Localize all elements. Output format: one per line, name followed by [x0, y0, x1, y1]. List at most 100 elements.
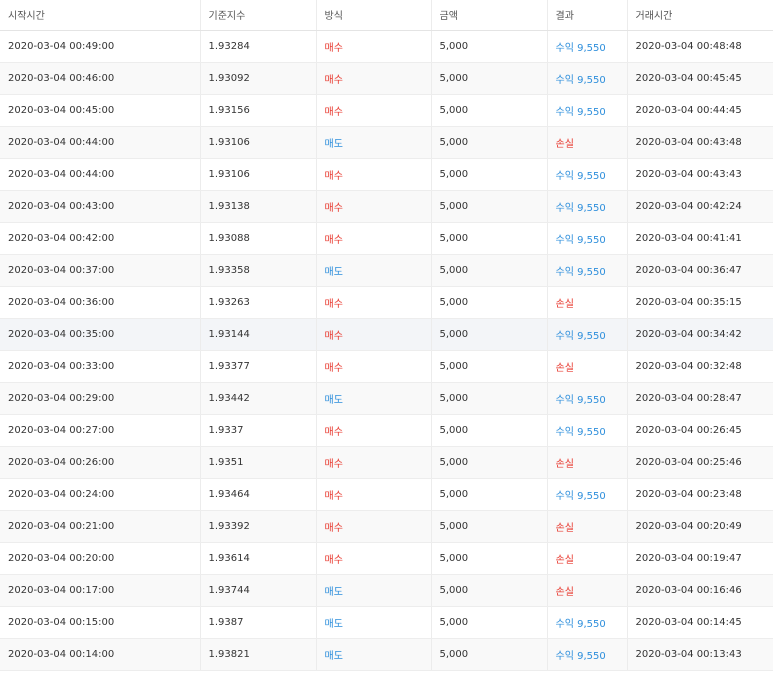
cell-trade-time: 2020-03-04 00:16:46	[627, 574, 773, 607]
cell-base-index: 1.9337	[200, 414, 317, 447]
cell-trade-time: 2020-03-04 00:23:48	[627, 478, 773, 511]
cell-start-time: 2020-03-04 00:33:00	[0, 350, 201, 383]
header-start-time: 시작시간	[0, 0, 201, 31]
cell-result: 수익 9,550	[547, 158, 628, 191]
table-row: 2020-03-04 00:26:00 1.9351 매수 5,000 손실 2020-0…	[0, 446, 773, 479]
cell-type: 매수	[316, 318, 432, 351]
cell-type: 매수	[316, 542, 432, 575]
cell-trade-time: 2020-03-04 00:28:47	[627, 382, 773, 415]
cell-base-index: 1.93821	[200, 638, 317, 671]
cell-result: 손실	[547, 574, 628, 607]
cell-trade-time: 2020-03-04 00:41:41	[627, 222, 773, 255]
cell-amount: 5,000	[431, 318, 548, 351]
cell-trade-time: 2020-03-04 00:45:45	[627, 62, 773, 95]
cell-start-time: 2020-03-04 00:26:00	[0, 446, 201, 479]
cell-type: 매도	[316, 382, 432, 415]
cell-type: 매수	[316, 510, 432, 543]
table-row: 2020-03-04 00:49:00 1.93284 매수 5,000 수익 9,55…	[0, 30, 773, 63]
cell-base-index: 1.93442	[200, 382, 317, 415]
cell-base-index: 1.93377	[200, 350, 317, 383]
cell-start-time: 2020-03-04 00:43:00	[0, 190, 201, 223]
cell-amount: 5,000	[431, 158, 548, 191]
table-row: 2020-03-04 00:36:00 1.93263 매수 5,000 손실 2020-…	[0, 286, 773, 319]
cell-result: 수익 9,550	[547, 30, 628, 63]
cell-type: 매도	[316, 606, 432, 639]
cell-type: 매도	[316, 126, 432, 159]
cell-trade-time: 2020-03-04 00:34:42	[627, 318, 773, 351]
cell-amount: 5,000	[431, 414, 548, 447]
table-row: 2020-03-04 00:43:00 1.93138 매수 5,000 수익 9,55…	[0, 190, 773, 223]
cell-trade-time: 2020-03-04 00:20:49	[627, 510, 773, 543]
cell-trade-time: 2020-03-04 00:42:24	[627, 190, 773, 223]
cell-result: 수익 9,550	[547, 478, 628, 511]
cell-result: 손실	[547, 542, 628, 575]
cell-trade-time: 2020-03-04 00:44:45	[627, 94, 773, 127]
cell-type: 매수	[316, 222, 432, 255]
table-row: 2020-03-04 00:29:00 1.93442 매도 5,000 수익 9,55…	[0, 382, 773, 415]
cell-type: 매도	[316, 574, 432, 607]
table-row: 2020-03-04 00:44:00 1.93106 매도 5,000 손실 2020-…	[0, 126, 773, 159]
table-row: 2020-03-04 00:14:00 1.93821 매도 5,000 수익 9,55…	[0, 638, 773, 671]
trade-history-table: 시작시간 기준지수 방식 금액 결과 거래시간 2020-03-04 00:49…	[0, 0, 773, 671]
cell-start-time: 2020-03-04 00:46:00	[0, 62, 201, 95]
cell-start-time: 2020-03-04 00:20:00	[0, 542, 201, 575]
cell-base-index: 1.93156	[200, 94, 317, 127]
cell-trade-time: 2020-03-04 00:43:48	[627, 126, 773, 159]
cell-trade-time: 2020-03-04 00:43:43	[627, 158, 773, 191]
table-header: 시작시간 기준지수 방식 금액 결과 거래시간	[0, 0, 773, 31]
cell-result: 수익 9,550	[547, 318, 628, 351]
table-row: 2020-03-04 00:15:00 1.9387 매도 5,000 수익 9,550…	[0, 606, 773, 639]
table-row: 2020-03-04 00:44:00 1.93106 매수 5,000 수익 9,55…	[0, 158, 773, 191]
cell-type: 매수	[316, 446, 432, 479]
cell-amount: 5,000	[431, 638, 548, 671]
cell-base-index: 1.9387	[200, 606, 317, 639]
cell-type: 매수	[316, 350, 432, 383]
cell-trade-time: 2020-03-04 00:35:15	[627, 286, 773, 319]
cell-amount: 5,000	[431, 478, 548, 511]
cell-trade-time: 2020-03-04 00:32:48	[627, 350, 773, 383]
table-row: 2020-03-04 00:33:00 1.93377 매수 5,000 손실 2020-…	[0, 350, 773, 383]
header-row: 시작시간 기준지수 방식 금액 결과 거래시간	[0, 0, 773, 31]
cell-start-time: 2020-03-04 00:21:00	[0, 510, 201, 543]
cell-result: 수익 9,550	[547, 222, 628, 255]
cell-type: 매도	[316, 638, 432, 671]
cell-amount: 5,000	[431, 382, 548, 415]
cell-type: 매수	[316, 414, 432, 447]
cell-base-index: 1.93092	[200, 62, 317, 95]
table-row: 2020-03-04 00:45:00 1.93156 매수 5,000 수익 9,55…	[0, 94, 773, 127]
cell-amount: 5,000	[431, 574, 548, 607]
cell-type: 매수	[316, 62, 432, 95]
cell-trade-time: 2020-03-04 00:48:48	[627, 30, 773, 63]
cell-type: 매수	[316, 478, 432, 511]
cell-amount: 5,000	[431, 254, 548, 287]
cell-trade-time: 2020-03-04 00:26:45	[627, 414, 773, 447]
cell-base-index: 1.93464	[200, 478, 317, 511]
table-row: 2020-03-04 00:35:00 1.93144 매수 5,000 수익 9,55…	[0, 318, 773, 351]
cell-result: 손실	[547, 510, 628, 543]
cell-amount: 5,000	[431, 606, 548, 639]
table-row: 2020-03-04 00:42:00 1.93088 매수 5,000 수익 9,55…	[0, 222, 773, 255]
cell-amount: 5,000	[431, 190, 548, 223]
cell-type: 매수	[316, 286, 432, 319]
cell-start-time: 2020-03-04 00:17:00	[0, 574, 201, 607]
cell-result: 수익 9,550	[547, 606, 628, 639]
cell-start-time: 2020-03-04 00:42:00	[0, 222, 201, 255]
cell-start-time: 2020-03-04 00:44:00	[0, 126, 201, 159]
cell-base-index: 1.93284	[200, 30, 317, 63]
cell-base-index: 1.93088	[200, 222, 317, 255]
header-base-index: 기준지수	[200, 0, 317, 31]
cell-amount: 5,000	[431, 126, 548, 159]
cell-amount: 5,000	[431, 30, 548, 63]
header-trade-time: 거래시간	[627, 0, 773, 31]
cell-base-index: 1.9351	[200, 446, 317, 479]
cell-result: 수익 9,550	[547, 190, 628, 223]
cell-type: 매수	[316, 190, 432, 223]
table-body: 2020-03-04 00:49:00 1.93284 매수 5,000 수익 9,55…	[0, 30, 773, 671]
cell-amount: 5,000	[431, 62, 548, 95]
cell-start-time: 2020-03-04 00:35:00	[0, 318, 201, 351]
cell-amount: 5,000	[431, 286, 548, 319]
cell-base-index: 1.93138	[200, 190, 317, 223]
cell-base-index: 1.93144	[200, 318, 317, 351]
cell-type: 매수	[316, 158, 432, 191]
cell-base-index: 1.93744	[200, 574, 317, 607]
